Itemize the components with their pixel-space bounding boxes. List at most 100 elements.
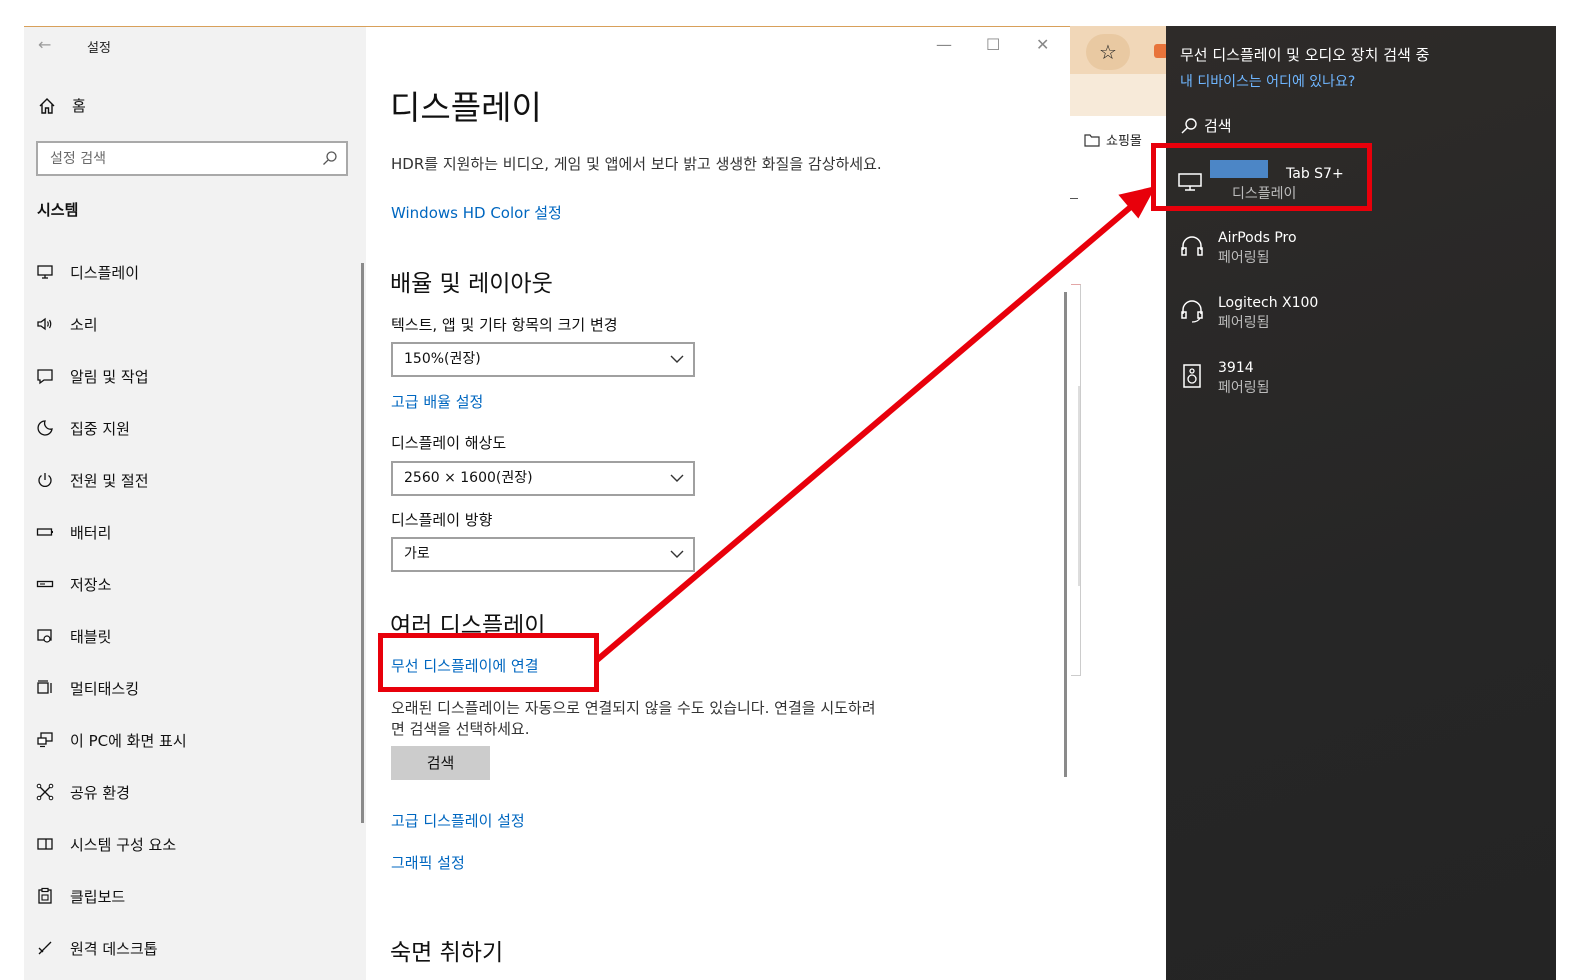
sidebar-item-label: 원격 데스크톱 xyxy=(70,939,158,958)
sidebar-item-label: 태블릿 xyxy=(70,627,112,646)
resolution-value: 2560 × 1600(권장) xyxy=(404,470,533,486)
battery-icon xyxy=(36,528,53,536)
power-icon xyxy=(38,473,52,487)
settings-search-box[interactable] xyxy=(36,141,348,176)
device-name: AirPods Pro xyxy=(1218,230,1297,246)
settings-search-input[interactable] xyxy=(38,143,298,174)
monitor-icon xyxy=(37,265,53,279)
display-settings-content: — ☐ ✕ 디스플레이 HDR를 지원하는 비디오, 게임 및 앱에서 보다 밝… xyxy=(366,27,1070,980)
sidebar-item-label: 이 PC에 화면 표시 xyxy=(70,731,187,750)
connect-search-label: 검색 xyxy=(1204,117,1232,135)
hdr-color-settings-link[interactable]: Windows HD Color 설정 xyxy=(391,202,562,223)
folder-icon xyxy=(1084,133,1100,147)
speaker-icon xyxy=(37,317,52,331)
where-is-my-device-link[interactable]: 내 디바이스는 어디에 있나요? xyxy=(1180,71,1355,91)
connect-panel-title: 무선 디스플레이 및 오디오 장치 검색 중 xyxy=(1180,46,1430,64)
device-status: 페어링됨 xyxy=(1218,380,1270,396)
sidebar-item-power[interactable]: 전원 및 절전 xyxy=(36,465,149,495)
close-button[interactable]: ✕ xyxy=(1036,35,1049,54)
hdr-description: HDR를 지원하는 비디오, 게임 및 앱에서 보다 밝고 생생한 화질을 감상… xyxy=(391,155,882,173)
page-title: 디스플레이 xyxy=(390,88,542,127)
sidebar-item-display[interactable]: 디스플레이 xyxy=(36,257,139,287)
graphics-settings-link[interactable]: 그래픽 설정 xyxy=(391,852,465,873)
device-name: Logitech X100 xyxy=(1218,295,1319,311)
orientation-label: 디스플레이 방향 xyxy=(391,511,493,529)
annotation-highlight-device xyxy=(1151,143,1372,211)
device-item-logitech[interactable]: Logitech X100 페어링됨 xyxy=(1180,293,1318,333)
moon-icon xyxy=(37,420,53,436)
sidebar-item-label: 알림 및 작업 xyxy=(70,367,149,386)
search-icon xyxy=(1181,117,1197,133)
page-scrollbar[interactable] xyxy=(1078,386,1080,586)
browser-toolbar: ☆ xyxy=(1070,26,1168,74)
device-name: 3914 xyxy=(1218,360,1254,376)
section-heading-system: 시스템 xyxy=(37,201,79,219)
scale-layout-heading: 배율 및 레이아웃 xyxy=(390,271,553,297)
notification-icon xyxy=(37,369,53,385)
sidebar-item-label: 시스템 구성 요소 xyxy=(70,835,177,854)
sidebar-item-label: 소리 xyxy=(70,315,98,334)
resolution-label: 디스플레이 해상도 xyxy=(391,434,507,452)
chevron-down-icon xyxy=(670,550,684,558)
speaker-box-icon xyxy=(1183,364,1201,388)
bookmark-folder-label: 쇼핑몰 xyxy=(1106,134,1142,149)
bookmarks-bar: 쇼핑몰 xyxy=(1070,74,1166,149)
sidebar-item-system-components[interactable]: 시스템 구성 요소 xyxy=(36,829,176,859)
clipboard-icon xyxy=(38,887,52,904)
components-icon xyxy=(37,838,53,850)
maximize-button[interactable]: ☐ xyxy=(986,35,1000,54)
settings-sidebar: ← 설정 홈 시스템 디스플레이 소리 알림 및 작업 xyxy=(24,27,366,980)
sidebar-scrollbar[interactable] xyxy=(361,263,364,823)
scale-dropdown[interactable]: 150%(권장) xyxy=(391,342,695,377)
window-title: 설정 xyxy=(87,41,111,56)
shared-experiences-icon xyxy=(36,783,54,801)
sidebar-item-sound[interactable]: 소리 xyxy=(36,309,98,339)
connect-search-button[interactable]: 검색 xyxy=(1180,115,1232,136)
device-item-3914[interactable]: 3914 페어링됨 xyxy=(1180,358,1270,398)
advanced-scaling-link[interactable]: 고급 배율 설정 xyxy=(391,391,483,412)
sidebar-item-label: 클립보드 xyxy=(70,887,126,906)
sidebar-item-label: 멀티태스킹 xyxy=(70,679,140,698)
scale-value: 150%(권장) xyxy=(404,351,481,367)
home-label: 홈 xyxy=(72,97,86,115)
headset-icon xyxy=(1181,300,1203,323)
orientation-dropdown[interactable]: 가로 xyxy=(391,537,695,572)
sidebar-item-tablet[interactable]: 태블릿 xyxy=(36,621,111,651)
resolution-dropdown[interactable]: 2560 × 1600(권장) xyxy=(391,461,695,496)
sidebar-item-remote-desktop[interactable]: 원격 데스크톱 xyxy=(36,933,158,963)
advanced-display-settings-link[interactable]: 고급 디스플레이 설정 xyxy=(391,810,525,831)
orientation-value: 가로 xyxy=(404,546,430,562)
page-divider xyxy=(1070,198,1078,199)
headphones-icon xyxy=(1181,236,1203,256)
sidebar-item-label: 집중 지원 xyxy=(70,419,130,438)
device-status: 페어링됨 xyxy=(1218,315,1270,331)
sidebar-item-shared-experiences[interactable]: 공유 환경 xyxy=(36,777,130,807)
home-nav-item[interactable]: 홈 xyxy=(38,95,86,116)
chevron-down-icon xyxy=(670,355,684,363)
minimize-button[interactable]: — xyxy=(936,35,952,54)
remote-desktop-icon xyxy=(38,941,52,955)
scale-label: 텍스트, 앱 및 기타 항목의 크기 변경 xyxy=(391,316,618,334)
sidebar-item-battery[interactable]: 배터리 xyxy=(36,517,111,547)
bookmark-folder[interactable]: 쇼핑몰 xyxy=(1084,130,1142,149)
sidebar-item-label: 전원 및 절전 xyxy=(70,471,149,490)
sidebar-item-focus-assist[interactable]: 집중 지원 xyxy=(36,413,130,443)
sidebar-item-project-to-pc[interactable]: 이 PC에 화면 표시 xyxy=(36,725,187,755)
content-scrollbar[interactable] xyxy=(1064,292,1067,777)
sidebar-item-notifications[interactable]: 알림 및 작업 xyxy=(36,361,149,391)
sidebar-item-storage[interactable]: 저장소 xyxy=(36,569,111,599)
detect-button[interactable]: 검색 xyxy=(391,746,490,780)
device-item-airpods[interactable]: AirPods Pro 페어링됨 xyxy=(1180,228,1297,268)
back-arrow-icon[interactable]: ← xyxy=(38,35,51,54)
annotation-highlight-wireless-link xyxy=(378,633,599,692)
storage-icon xyxy=(36,580,54,588)
bookmark-star-icon[interactable]: ☆ xyxy=(1086,34,1130,70)
sidebar-item-clipboard[interactable]: 클립보드 xyxy=(36,881,125,911)
sidebar-item-multitasking[interactable]: 멀티태스킹 xyxy=(36,673,139,703)
tablet-icon xyxy=(37,629,52,643)
sleep-better-heading: 숙면 취하기 xyxy=(390,940,504,966)
search-icon[interactable] xyxy=(322,150,338,166)
sidebar-item-label: 저장소 xyxy=(70,575,112,594)
screen: ← 설정 홈 시스템 디스플레이 소리 알림 및 작업 xyxy=(0,0,1569,980)
sidebar-item-label: 디스플레이 xyxy=(70,263,140,282)
